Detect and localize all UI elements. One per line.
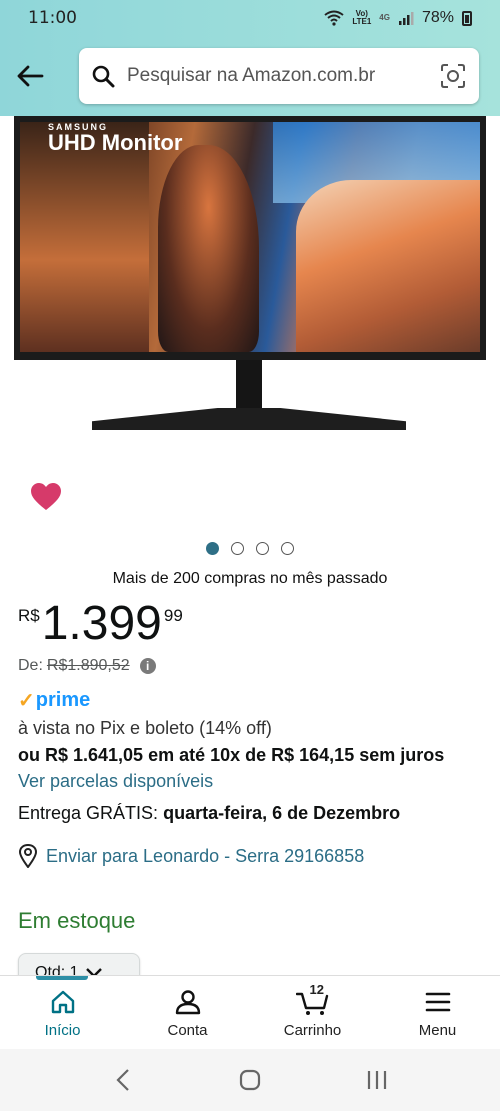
price-symbol: R$ xyxy=(18,606,40,625)
nav-cart[interactable]: 12 Carrinho xyxy=(250,976,375,1049)
status-bar: 11:00 Vo) LTE1 4G 78% xyxy=(0,0,500,36)
network-type: 4G xyxy=(379,13,390,22)
delivery-prefix: Entrega GRÁTIS: xyxy=(18,803,159,823)
prime-badge: ✓ prime xyxy=(18,688,90,713)
monitor-base xyxy=(92,408,406,430)
delivery-info: Entrega GRÁTIS: quarta-feira, 6 de Dezem… xyxy=(18,803,400,824)
back-button[interactable] xyxy=(12,58,48,94)
search-placeholder: Pesquisar na Amazon.com.br xyxy=(127,65,376,86)
image-carousel-dots xyxy=(0,542,500,555)
nav-menu[interactable]: Menu xyxy=(375,976,500,1049)
info-icon[interactable]: i xyxy=(139,658,156,674)
monitor-neck xyxy=(236,360,262,410)
battery-percent: 78% xyxy=(421,9,454,26)
back-arrow-icon xyxy=(17,65,44,87)
list-price-label: De: xyxy=(18,657,43,674)
menu-icon xyxy=(425,988,451,1016)
price: R$ 1.399 99 xyxy=(18,598,183,650)
status-time: 11:00 xyxy=(28,8,77,28)
cart-icon: 12 xyxy=(295,982,330,1016)
search-icon xyxy=(92,65,115,88)
list-price-value: R$1.890,52 xyxy=(46,657,130,674)
nav-account[interactable]: Conta xyxy=(125,976,250,1049)
ship-to-link[interactable]: Enviar para Leonardo - Serra 29166858 xyxy=(18,844,364,868)
home-square-icon xyxy=(239,1069,261,1091)
recents-icon xyxy=(367,1071,386,1089)
system-back-button[interactable] xyxy=(103,1060,143,1100)
carousel-dot-4[interactable] xyxy=(281,542,294,555)
pix-discount-text: à vista no Pix e boleto (14% off) xyxy=(18,718,272,738)
camera-search-button[interactable] xyxy=(439,62,467,90)
lte-label: LTE1 xyxy=(352,17,372,26)
system-nav-bar xyxy=(0,1049,500,1111)
price-cents: 99 xyxy=(163,606,183,625)
carousel-dot-1[interactable] xyxy=(206,542,219,555)
brand-overlay: SAMSUNG UHD Monitor xyxy=(48,122,182,156)
monitor-screen: SAMSUNG UHD Monitor xyxy=(14,116,486,360)
delivery-date: quarta-feira, 6 de Dezembro xyxy=(163,803,401,823)
camera-scan-icon xyxy=(441,64,465,88)
screen-wallpaper: SAMSUNG UHD Monitor xyxy=(20,122,480,352)
heart-icon xyxy=(31,483,61,510)
carousel-dot-2[interactable] xyxy=(231,542,244,555)
list-price: De: R$1.890,52 i xyxy=(18,657,156,675)
system-recents-button[interactable] xyxy=(357,1060,397,1100)
product-image[interactable]: SAMSUNG UHD Monitor xyxy=(0,116,500,456)
user-icon xyxy=(175,988,201,1016)
home-icon xyxy=(50,988,76,1016)
system-home-button[interactable] xyxy=(230,1060,270,1100)
see-installments-link[interactable]: Ver parcelas disponíveis xyxy=(18,771,213,792)
wifi-icon xyxy=(324,10,344,26)
prime-text: prime xyxy=(35,689,91,711)
prime-check-icon: ✓ xyxy=(18,690,35,712)
battery-icon xyxy=(462,10,472,26)
bottom-nav: Início Conta 12 Carrinho Menu xyxy=(0,975,500,1049)
nav-cart-label: Carrinho xyxy=(283,1022,342,1039)
nav-home[interactable]: Início xyxy=(0,976,125,1049)
signal-icon xyxy=(398,12,414,25)
stock-status: Em estoque xyxy=(18,908,136,933)
purchase-count-text: Mais de 200 compras no mês passado xyxy=(112,570,388,587)
carousel-dot-3[interactable] xyxy=(256,542,269,555)
ship-to-text: Enviar para Leonardo - Serra 29166858 xyxy=(46,845,365,866)
nav-account-label: Conta xyxy=(167,1022,208,1039)
location-pin-icon xyxy=(18,844,38,868)
nav-menu-label: Menu xyxy=(418,1022,457,1039)
chevron-left-icon xyxy=(116,1069,130,1091)
price-whole: 1.399 xyxy=(41,597,162,650)
model-text: UHD Monitor xyxy=(48,130,183,155)
status-icons: Vo) LTE1 4G 78% xyxy=(324,9,472,27)
installments-text: ou R$ 1.641,05 em até 10x de R$ 164,15 s… xyxy=(18,745,445,765)
wishlist-heart-button[interactable] xyxy=(30,482,62,512)
cart-count: 12 xyxy=(309,982,324,997)
search-input[interactable]: Pesquisar na Amazon.com.br xyxy=(79,48,479,104)
volte-indicator: Vo) LTE1 xyxy=(352,10,371,26)
header: Pesquisar na Amazon.com.br xyxy=(0,36,500,116)
nav-home-label: Início xyxy=(44,1022,81,1039)
